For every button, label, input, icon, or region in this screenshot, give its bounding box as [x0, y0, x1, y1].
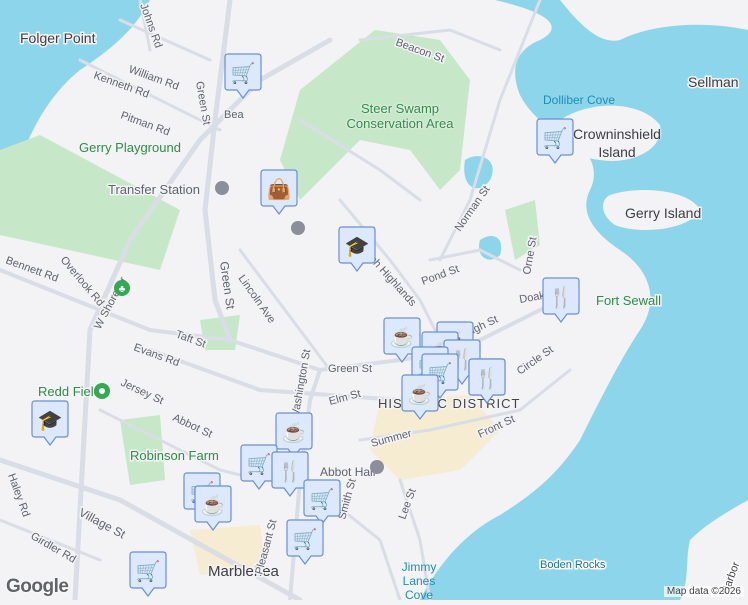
school-icon: 🎓 [38, 410, 63, 432]
bag-icon: 👜 [267, 177, 292, 201]
fork-knife-icon: 🍴 [549, 285, 574, 309]
cup-icon: ☕ [408, 382, 433, 406]
label-bennett-rd: Bennett Rd [4, 255, 60, 285]
label-robinson-farm: Robinson Farm [130, 448, 219, 463]
tree-glyph: ♣ [119, 284, 126, 295]
label-jimmy-lanes-cove: Jimmy Lanes Cove [401, 560, 437, 602]
label-circle-st: Circle St [515, 344, 556, 378]
label-abbot-hall: Abbot Hall [320, 465, 375, 479]
label-lincoln-ave: Lincoln Ave [236, 273, 278, 326]
cart-icon: 🛒 [247, 452, 272, 476]
cart-icon: 🛒 [293, 527, 318, 551]
park-pin-dot [99, 388, 105, 394]
marker-cafe[interactable]: ☕ [194, 485, 232, 531]
label-overlook-rd: Overlook Rd [58, 254, 106, 309]
marker-restaurant[interactable]: 🍴 [271, 451, 309, 497]
label-abbot-st: Abbot St [171, 412, 214, 441]
school-small-icon[interactable] [291, 221, 305, 235]
label-jersey-st: Jersey St [119, 377, 166, 407]
label-transfer-station: Transfer Station [108, 182, 200, 197]
cup-icon: ☕ [390, 325, 415, 349]
cart-icon: 🛒 [310, 487, 335, 511]
museum-icon-abbot-hall[interactable] [370, 460, 384, 474]
cup-icon: ☕ [201, 493, 226, 517]
label-gerry-island: Gerry Island [625, 205, 701, 221]
fork-knife-icon: 🍴 [278, 459, 303, 483]
label-steer-swamp: Steer Swamp Conservation Area [346, 101, 454, 131]
marker-restaurant[interactable]: 🍴 [542, 277, 580, 323]
cart-icon: 🛒 [231, 61, 256, 85]
cart-icon: 🛒 [136, 559, 161, 583]
label-boden-rocks: Boden Rocks [540, 559, 606, 571]
cup-icon: ☕ [282, 420, 307, 444]
map-svg[interactable]: Folger Point Johns Rd William Rd Kenneth… [0, 0, 748, 603]
label-johns-rd: Johns Rd [137, 2, 164, 50]
label-pitman-rd: Pitman Rd [119, 110, 171, 139]
map-attribution[interactable]: Map data ©2026 [663, 586, 744, 597]
museum-icon[interactable] [215, 181, 229, 195]
google-logo: Google [6, 576, 69, 597]
marker-cafe[interactable]: ☕ [275, 412, 313, 458]
marker-grocery[interactable]: 🛒 [303, 479, 341, 525]
marker-grocery[interactable]: 🛒 [224, 53, 262, 99]
label-haley-rd: Haley Rd [5, 472, 32, 519]
label-marblehead: Marblehea [208, 563, 280, 580]
fork-knife-icon: 🍴 [475, 366, 500, 390]
label-beacon-short: Bea [224, 109, 244, 121]
label-evans-rd: Evans Rd [132, 342, 181, 370]
label-historic-district: HISTORIC DISTRICT [378, 396, 520, 411]
marker-grocery[interactable]: 🛒 [129, 551, 167, 597]
marker-shopping[interactable]: 👜 [260, 169, 298, 215]
label-crowninshield: Crowninshield Island [573, 126, 661, 160]
label-lee-st: Lee St [397, 487, 419, 521]
school-icon: 🎓 [345, 236, 370, 258]
label-green-st-e: Green St [328, 363, 372, 375]
label-village-st: Village St [77, 505, 129, 541]
label-elm-st: Elm St [328, 388, 362, 408]
label-dolliber-cove: Dolliber Cove [543, 93, 615, 107]
label-gerry-playground: Gerry Playground [79, 140, 181, 155]
label-green-st: Green St [217, 260, 238, 310]
label-sellman: Sellman [688, 74, 739, 90]
label-fort-sewall: Fort Sewall [596, 293, 661, 308]
marker-school[interactable]: 🎓 [31, 400, 69, 446]
label-redd-field: Redd Field [38, 384, 101, 399]
label-folger-point: Folger Point [20, 30, 96, 46]
label-pond-st: Pond St [420, 263, 461, 288]
map-canvas[interactable]: Folger Point Johns Rd William Rd Kenneth… [0, 0, 748, 603]
